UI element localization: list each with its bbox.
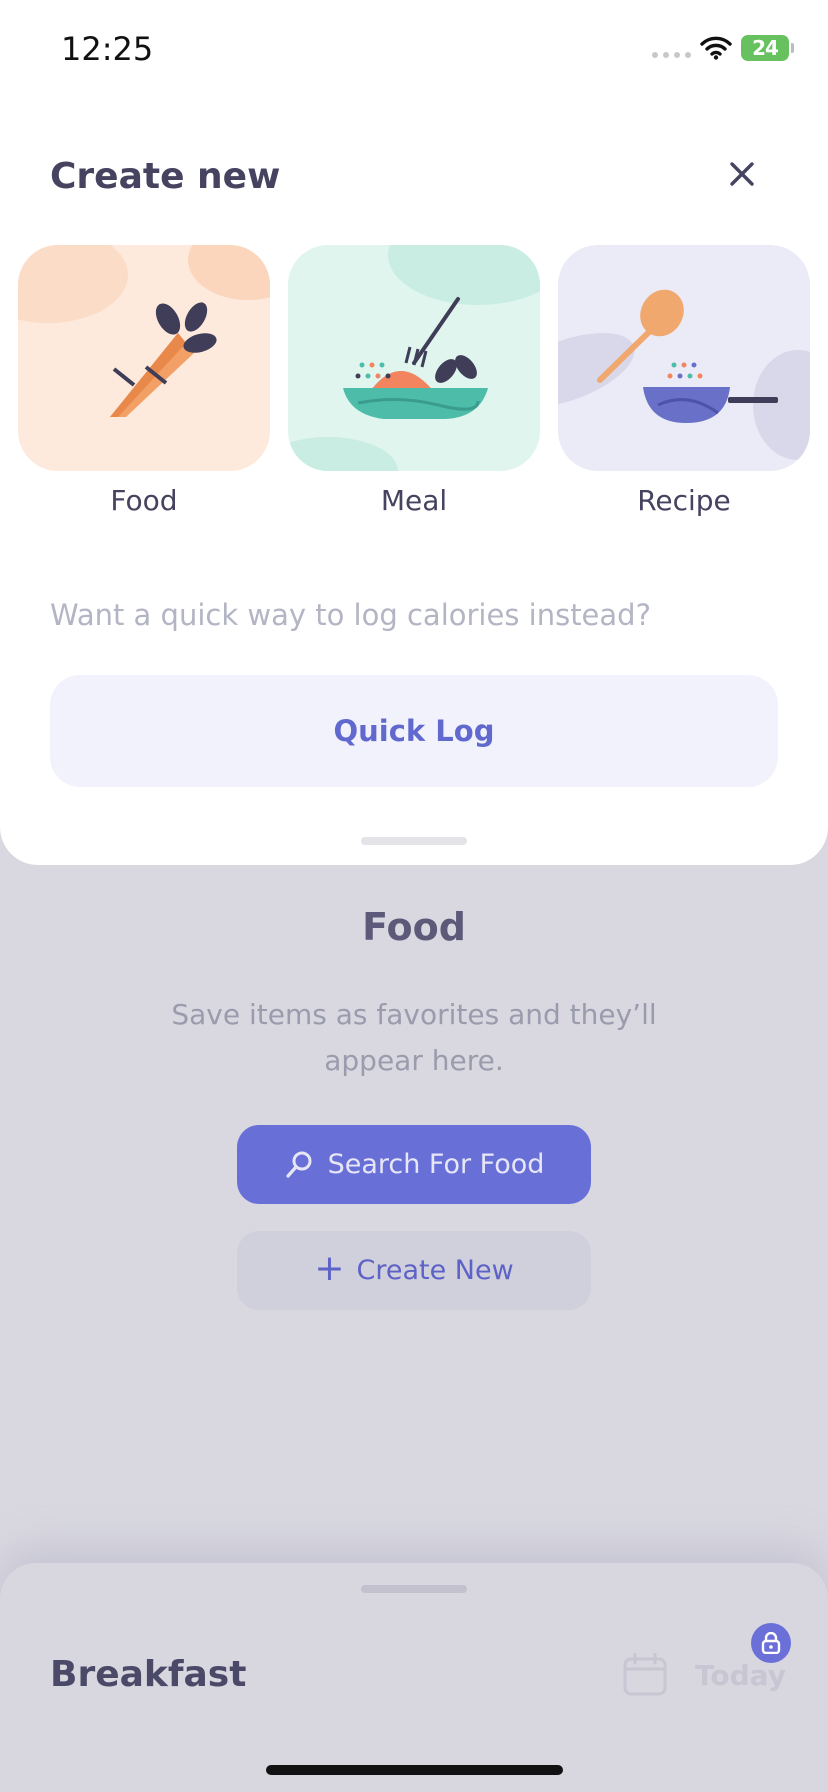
wifi-icon [700, 36, 732, 60]
food-option-label[interactable]: Food [18, 484, 270, 517]
create-new-button[interactable]: + Create New [237, 1231, 591, 1310]
plus-icon: + [314, 1247, 345, 1289]
home-indicator [266, 1765, 563, 1775]
meal-title[interactable]: Breakfast [50, 1654, 246, 1695]
sheet-drag-handle[interactable] [361, 1585, 467, 1593]
create-food-card[interactable] [18, 245, 270, 471]
battery-level: 24 [752, 36, 779, 60]
create-meal-card[interactable] [288, 245, 540, 471]
meal-option-label[interactable]: Meal [288, 484, 540, 517]
favorites-title: Food [362, 905, 466, 949]
create-new-label: Create New [356, 1255, 514, 1286]
cellular-signal-icon [652, 52, 691, 58]
favorites-description: Save items as favorites and they’ll appe… [171, 998, 657, 1077]
quick-log-button[interactable]: Quick Log [50, 675, 778, 787]
lock-icon[interactable] [751, 1623, 791, 1663]
status-time: 12:25 [61, 30, 154, 68]
date-label[interactable]: Today [695, 1659, 786, 1692]
recipe-option-label[interactable]: Recipe [558, 484, 810, 517]
create-recipe-card[interactable] [558, 245, 810, 471]
quick-log-label: Quick Log [333, 714, 495, 748]
close-icon[interactable] [726, 158, 758, 190]
salad-bowl-icon [288, 245, 540, 471]
modal-drag-handle[interactable] [361, 837, 467, 845]
pan-spoon-icon [558, 289, 810, 460]
status-bar: 12:25 24 [0, 0, 828, 100]
carrot-icon [18, 245, 270, 417]
search-for-food-button[interactable]: Search For Food [237, 1125, 591, 1204]
meal-bottom-sheet: Breakfast Today [0, 1563, 828, 1792]
screen: Food Save items as favorites and they’ll… [0, 0, 828, 1792]
search-icon [285, 1151, 312, 1178]
modal-title: Create new [50, 156, 281, 197]
quick-log-prompt: Want a quick way to log calories instead… [50, 598, 651, 632]
search-for-food-label: Search For Food [327, 1149, 545, 1180]
battery-icon: 24 [741, 35, 789, 61]
create-new-modal: 12:25 24 Create new Food Meal Recipe Wan… [0, 0, 828, 865]
calendar-icon[interactable] [622, 1653, 668, 1697]
